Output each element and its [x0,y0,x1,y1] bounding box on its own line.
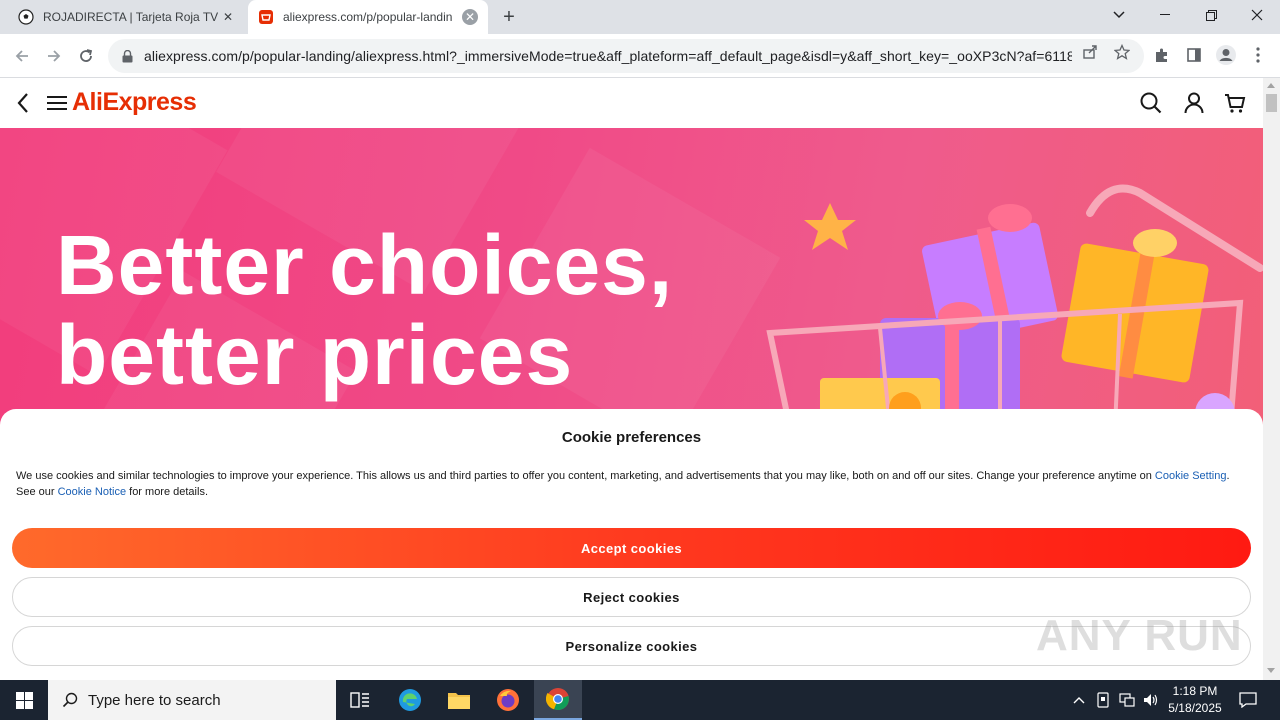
clock-time: 1:18 PM [1172,684,1218,698]
promo-banner[interactable]: Better choices, better prices [0,128,1263,428]
forward-arrow-icon[interactable] [40,42,68,70]
bookmark-star-icon[interactable] [1112,42,1132,62]
banner-headline: Better choices, better prices [56,220,673,400]
banner-headline-line1: Better choices, [56,218,674,312]
cart-icon[interactable] [1222,90,1248,116]
scroll-down-arrow-icon[interactable] [1267,668,1275,673]
anyrun-watermark: ANY RUN [1036,611,1243,660]
taskbar-clock[interactable]: 1:18 PM 5/18/2025 [1160,683,1230,717]
extensions-puzzle-icon[interactable] [1151,44,1173,66]
task-view-icon[interactable] [336,680,384,720]
notifications-icon[interactable] [1234,680,1262,720]
clock-date: 5/18/2025 [1168,701,1222,715]
browser-toolbar: aliexpress.com/p/popular-landing/aliexpr… [0,34,1280,78]
ethernet-icon[interactable] [1116,680,1138,720]
tab-close-icon[interactable]: ✕ [220,9,236,25]
search-icon[interactable] [1138,90,1164,116]
taskbar-search-box[interactable]: Type here to search [48,680,336,720]
file-explorer-icon[interactable] [435,680,483,720]
shopping-cart-gifts-illustration [766,184,1263,428]
windows-taskbar: Type here to search 1:18 PM 5/18/2025 [0,680,1280,720]
account-icon[interactable] [1181,90,1207,116]
accept-cookies-button[interactable]: Accept cookies [12,528,1251,568]
firefox-icon[interactable] [484,680,532,720]
tray-overflow-chevron-icon[interactable] [1068,680,1090,720]
scrollbar-thumb[interactable] [1266,94,1277,112]
page-scrollbar[interactable] [1263,78,1280,680]
minimize-icon[interactable] [1142,0,1188,30]
aliexpress-favicon-icon [258,9,274,25]
search-icon [62,692,78,708]
soccer-ball-icon [18,9,34,25]
browser-menu-icon[interactable] [1247,44,1269,66]
browser-tab-strip: ROJADIRECTA | Tarjeta Roja TV | F ✕ alie… [0,0,1280,34]
restore-icon[interactable] [1188,0,1234,30]
profile-avatar-icon[interactable] [1215,44,1237,66]
close-window-icon[interactable] [1234,0,1280,30]
lock-icon [122,49,134,63]
cookie-text-part1: We use cookies and similar technologies … [16,470,1155,482]
tab-close-icon[interactable]: ✕ [462,9,478,25]
cookie-dialog-text: We use cookies and similar technologies … [16,468,1236,500]
scroll-up-arrow-icon[interactable] [1267,83,1275,88]
cookie-text-part3: for more details. [126,486,208,498]
cookie-dialog-title: Cookie preferences [561,429,702,446]
back-arrow-icon[interactable] [8,42,36,70]
volume-icon[interactable] [1140,680,1162,720]
cookie-notice-link[interactable]: Cookie Notice [58,486,126,498]
windows-start-icon[interactable] [0,680,48,720]
page-viewport: AliExpress Better choices, better prices [0,78,1263,680]
url-text: aliexpress.com/p/popular-landing/aliexpr… [144,48,1072,64]
side-panel-icon[interactable] [1183,44,1205,66]
edge-icon[interactable] [386,680,434,720]
tab-title: ROJADIRECTA | Tarjeta Roja TV | F [43,10,220,24]
tab-rojadirecta[interactable]: ROJADIRECTA | Tarjeta Roja TV | F ✕ [8,0,246,34]
hamburger-menu-icon[interactable] [44,90,70,116]
share-icon[interactable] [1080,42,1100,62]
back-chevron-icon[interactable] [10,90,36,116]
new-tab-icon[interactable]: + [498,6,520,28]
address-bar[interactable]: aliexpress.com/p/popular-landing/aliexpr… [108,39,1144,73]
tab-title: aliexpress.com/p/popular-landin [283,10,453,24]
tab-search-chevron-icon[interactable] [1096,0,1142,30]
chrome-icon[interactable] [534,680,582,720]
network-device-icon[interactable] [1092,680,1114,720]
taskbar-search-placeholder: Type here to search [88,691,221,709]
aliexpress-logo[interactable]: AliExpress [72,88,197,117]
cookie-setting-link[interactable]: Cookie Setting [1155,470,1227,482]
tab-aliexpress[interactable]: aliexpress.com/p/popular-landin ✕ [248,0,488,34]
reload-icon[interactable] [72,42,100,70]
site-header: AliExpress [0,78,1263,128]
banner-headline-line2: better prices [56,308,574,402]
